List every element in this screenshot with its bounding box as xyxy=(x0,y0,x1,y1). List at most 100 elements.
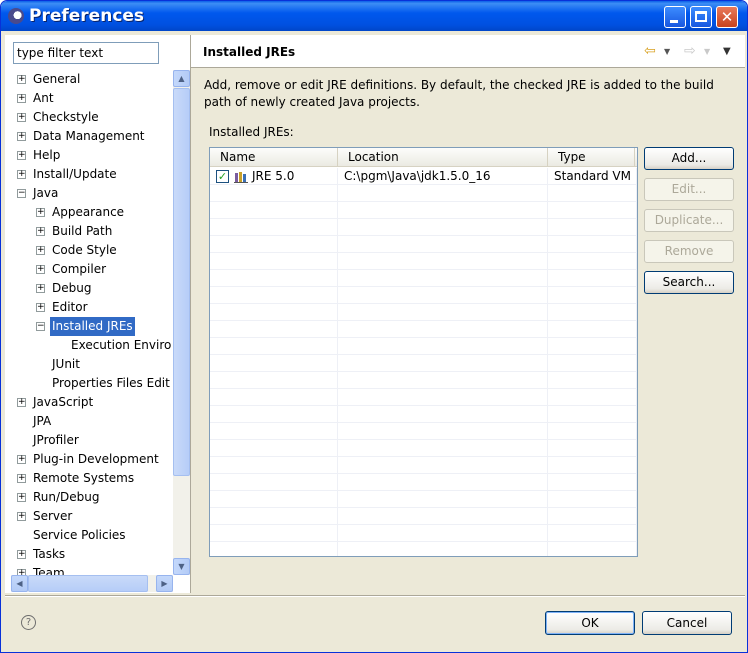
tree-item-label: Run/Debug xyxy=(33,490,100,504)
table-cell-type xyxy=(548,304,637,321)
table-cell-name xyxy=(210,406,338,423)
table-cell-type xyxy=(548,355,637,372)
tree-item-label: JProfiler xyxy=(33,433,79,447)
table-row[interactable]: ✓ JRE 5.0 C:\pgm\Java\jdk1.5.0_16 Standard … xyxy=(210,168,637,185)
tree-item-label: Team xyxy=(33,566,65,575)
expand-icon[interactable]: + xyxy=(17,94,26,103)
expand-icon[interactable]: + xyxy=(17,550,26,559)
expand-icon[interactable]: + xyxy=(17,132,26,141)
vertical-scroll-thumb[interactable] xyxy=(173,88,190,476)
column-name-header[interactable]: Name xyxy=(210,148,338,167)
expand-icon[interactable]: + xyxy=(36,246,45,255)
tree-item-label: Code Style xyxy=(52,243,117,257)
expand-icon[interactable]: + xyxy=(36,303,45,312)
table-cell-type xyxy=(548,406,637,423)
table-row xyxy=(210,202,637,219)
table-row xyxy=(210,270,637,287)
expand-icon[interactable]: + xyxy=(17,151,26,160)
close-button[interactable]: ✕ xyxy=(716,6,738,28)
scroll-down-icon[interactable]: ▼ xyxy=(173,558,190,575)
table-row xyxy=(210,474,637,491)
tree-item-label: Execution Enviro xyxy=(71,338,171,352)
table-row xyxy=(210,287,637,304)
table-cell-location xyxy=(338,304,548,321)
table-row xyxy=(210,406,637,423)
expand-icon[interactable]: + xyxy=(17,113,26,122)
table-cell-type xyxy=(548,372,637,389)
expand-icon[interactable]: + xyxy=(36,284,45,293)
collapse-icon[interactable]: − xyxy=(36,322,45,331)
tree-horizontal-scrollbar[interactable]: ◀ ▶ xyxy=(11,575,173,592)
expand-icon[interactable]: + xyxy=(17,75,26,84)
remove-button[interactable]: Remove xyxy=(644,240,734,263)
expand-icon[interactable]: + xyxy=(36,208,45,217)
view-menu-icon[interactable]: ▼ xyxy=(723,46,731,57)
table-cell-name xyxy=(210,355,338,372)
table-row xyxy=(210,423,637,440)
table-cell-name xyxy=(210,287,338,304)
table-cell-type xyxy=(548,542,637,556)
expand-icon[interactable]: + xyxy=(17,170,26,179)
tree-item-label: Editor xyxy=(52,300,88,314)
filter-input[interactable] xyxy=(13,42,159,64)
back-dropdown-icon[interactable]: ▼ xyxy=(664,47,670,56)
table-cell-location xyxy=(338,440,548,457)
table-row xyxy=(210,253,637,270)
tree-item-label: Plug-in Development xyxy=(33,452,159,466)
column-type-header[interactable]: Type xyxy=(548,148,635,167)
tree-item-label: Properties Files Edit xyxy=(52,376,170,390)
table-row xyxy=(210,389,637,406)
scroll-right-icon[interactable]: ▶ xyxy=(156,575,173,592)
table-cell-type xyxy=(548,236,637,253)
maximize-button[interactable] xyxy=(690,6,712,28)
table-cell-location xyxy=(338,202,548,219)
installed-jres-label: Installed JREs: xyxy=(209,125,294,139)
tree-item-label: Debug xyxy=(52,281,92,295)
forward-arrow-icon[interactable]: ⇨ xyxy=(684,44,696,58)
table-cell-name xyxy=(210,457,338,474)
table-cell-location xyxy=(338,406,548,423)
duplicate-button[interactable]: Duplicate... xyxy=(644,209,734,232)
forward-dropdown-icon[interactable]: ▼ xyxy=(704,47,710,56)
collapse-icon[interactable]: − xyxy=(17,189,26,198)
table-cell-type: Standard VM xyxy=(548,168,637,185)
table-cell-name xyxy=(210,270,338,287)
tree-item-label: Java xyxy=(33,186,59,200)
table-cell-type xyxy=(548,508,637,525)
back-arrow-icon[interactable]: ⇦ xyxy=(644,44,656,58)
tree-item-label: Service Policies xyxy=(33,528,126,542)
column-location-header[interactable]: Location xyxy=(338,148,548,167)
expand-icon[interactable]: + xyxy=(36,265,45,274)
cancel-button[interactable]: Cancel xyxy=(642,611,732,635)
table-cell-location xyxy=(338,423,548,440)
ok-button[interactable]: OK xyxy=(545,611,635,635)
table-cell-location xyxy=(338,338,548,355)
page-header: Installed JREs ⇦ ▼ ⇨ ▼ ▼ xyxy=(191,35,745,68)
edit-button[interactable]: Edit... xyxy=(644,178,734,201)
scroll-up-icon[interactable]: ▲ xyxy=(173,70,190,87)
expand-icon[interactable]: + xyxy=(17,512,26,521)
expand-icon[interactable]: + xyxy=(36,227,45,236)
window-title: Preferences xyxy=(29,6,145,26)
footer-divider xyxy=(5,595,745,597)
expand-icon[interactable]: + xyxy=(17,398,26,407)
horizontal-scroll-thumb[interactable] xyxy=(28,575,148,592)
expand-icon[interactable]: + xyxy=(17,493,26,502)
title-bar[interactable]: Preferences ✕ xyxy=(1,1,747,31)
tree-item-label: Data Management xyxy=(33,129,145,143)
table-row xyxy=(210,508,637,525)
add-button[interactable]: Add... xyxy=(644,147,734,170)
table-cell-name xyxy=(210,491,338,508)
tree-item-label: Checkstyle xyxy=(33,110,99,124)
expand-icon[interactable]: + xyxy=(17,455,26,464)
expand-icon[interactable]: + xyxy=(17,474,26,483)
minimize-button[interactable] xyxy=(664,6,686,28)
jre-default-checkbox[interactable]: ✓ xyxy=(216,170,229,183)
tree-vertical-scrollbar[interactable]: ▲ ▼ xyxy=(173,70,190,575)
scroll-left-icon[interactable]: ◀ xyxy=(11,575,28,592)
search-button[interactable]: Search... xyxy=(644,271,734,294)
table-cell-name xyxy=(210,423,338,440)
table-cell-name xyxy=(210,338,338,355)
tree-item-label: Build Path xyxy=(52,224,113,238)
help-icon[interactable]: ? xyxy=(21,615,36,630)
